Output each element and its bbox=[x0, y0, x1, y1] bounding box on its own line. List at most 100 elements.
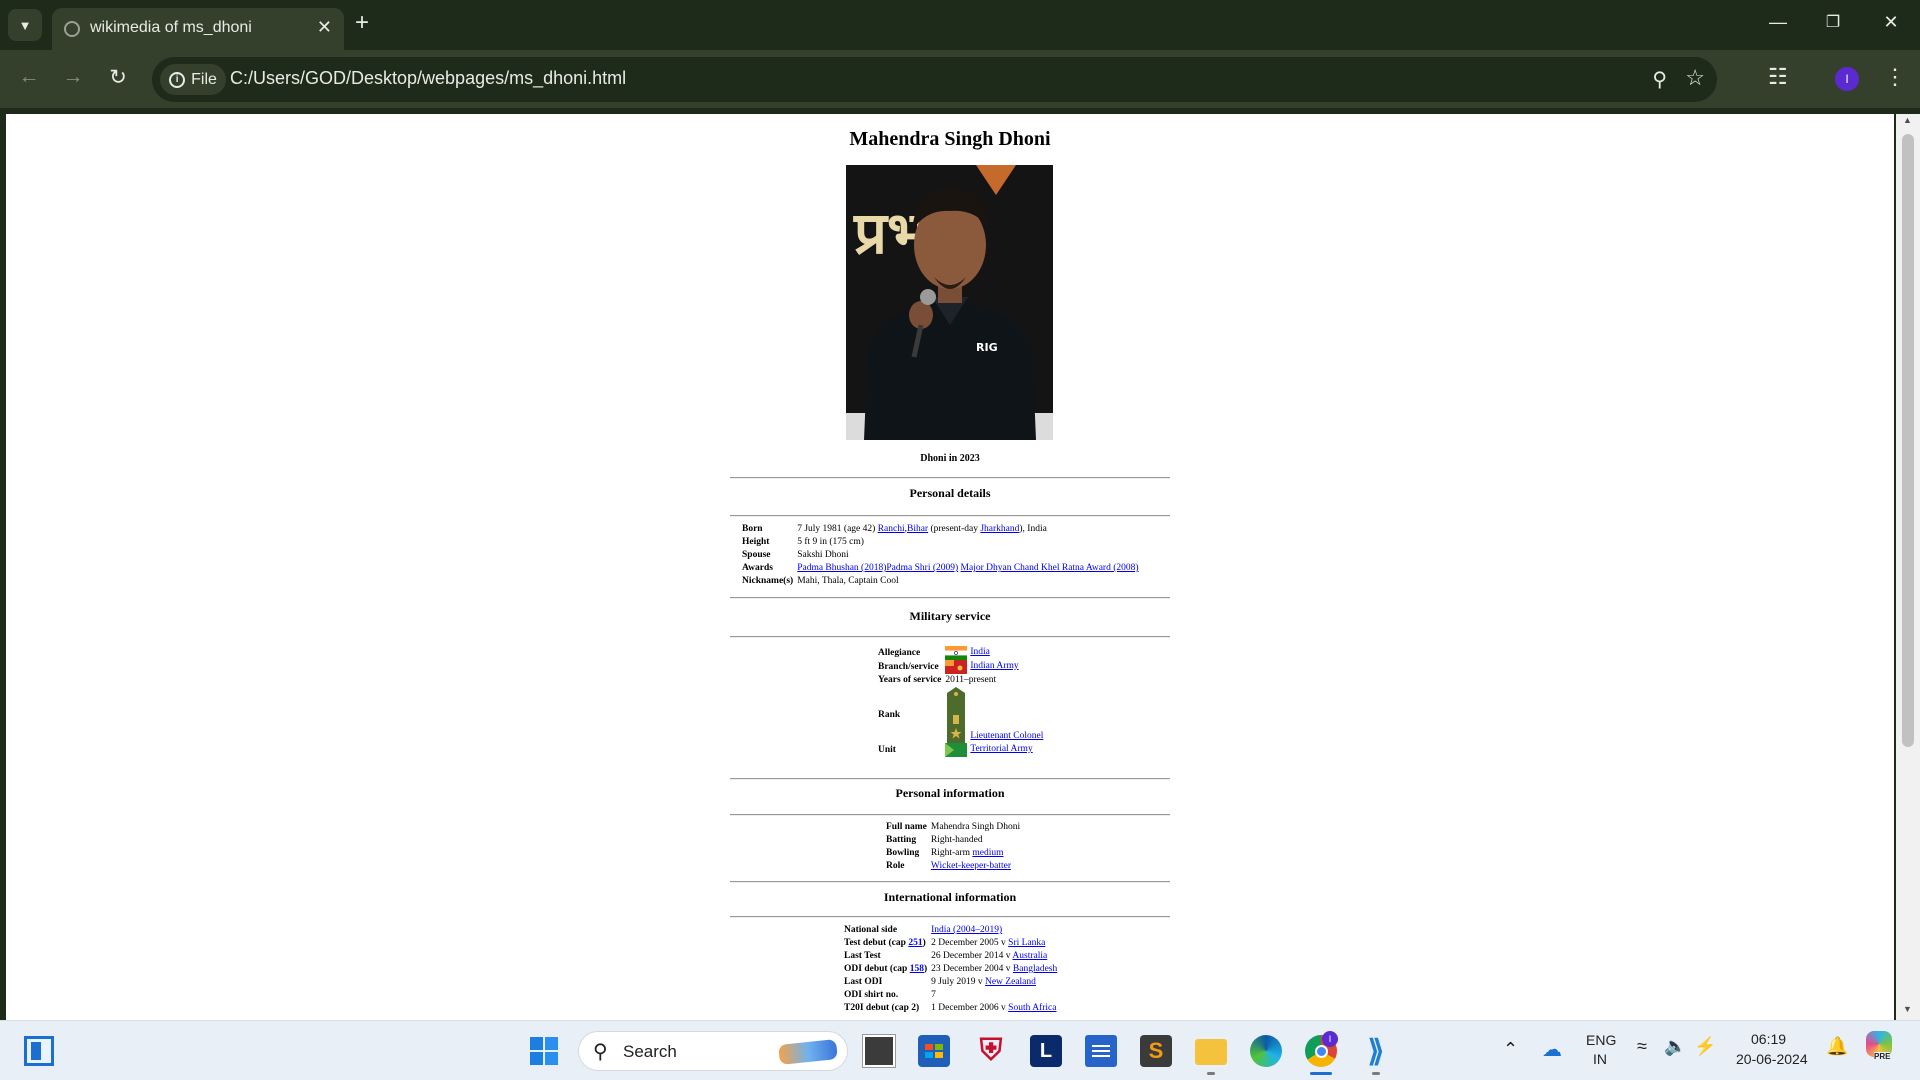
divider bbox=[730, 636, 1170, 638]
restore-button[interactable]: ❐ bbox=[1818, 12, 1848, 32]
born-value: 7 July 1981 (age 42) Ranchi,Bihar (prese… bbox=[797, 524, 1047, 534]
chevron-down-icon: ▼ bbox=[18, 17, 32, 33]
url-text[interactable]: C:/Users/GOD/Desktop/webpages/ms_dhoni.h… bbox=[230, 68, 626, 89]
bookmark-star-icon[interactable]: ☆ bbox=[1685, 65, 1705, 91]
browser-tab[interactable]: wikimedia of ms_dhoni ✕ bbox=[52, 8, 344, 50]
reload-icon[interactable]: ↻ bbox=[103, 65, 133, 90]
rank-insignia-icon bbox=[947, 687, 966, 743]
kebab-menu-icon[interactable]: ⋮ bbox=[1884, 64, 1906, 90]
chrome-center bbox=[1314, 1044, 1328, 1058]
link-territorial-army[interactable]: Territorial Army bbox=[970, 744, 1032, 754]
batting-label: Batting bbox=[886, 835, 917, 845]
national-side-value: India (2004–2019) bbox=[929, 924, 1059, 937]
tab-search-button[interactable]: ▼ bbox=[8, 9, 42, 41]
link-wicket-keeper-batter[interactable]: Wicket-keeper-batter bbox=[931, 861, 1011, 871]
divider bbox=[730, 881, 1170, 883]
born-label: Born bbox=[742, 524, 763, 534]
indian-army-flag-icon bbox=[945, 660, 968, 674]
table-row: Last Test 26 December 2014 v Australia bbox=[844, 950, 1059, 963]
language-line1[interactable]: ENG bbox=[1586, 1032, 1616, 1048]
store-glyph bbox=[925, 1044, 943, 1058]
spouse-value: Sakshi Dhoni bbox=[797, 550, 849, 560]
bowling-value: Right-arm medium bbox=[929, 847, 1022, 860]
clock-date[interactable]: 20-06-2024 bbox=[1736, 1051, 1808, 1067]
last-test-date: 26 December 2014 v bbox=[931, 951, 1013, 961]
taskbar-search-box[interactable]: ⚲ Search bbox=[578, 1031, 848, 1071]
link-padma-bhushan[interactable]: Padma Bhushan (2018) bbox=[797, 563, 886, 573]
india-flag-icon bbox=[945, 646, 968, 660]
national-side-label: National side bbox=[844, 925, 898, 935]
address-bar[interactable]: i File C:/Users/GOD/Desktop/webpages/ms_… bbox=[152, 57, 1717, 102]
link-lieutenant-colonel[interactable]: Lieutenant Colonel bbox=[970, 731, 1043, 741]
link-south-africa[interactable]: South Africa bbox=[1008, 1003, 1056, 1013]
scroll-up-arrow-icon[interactable]: ▲ bbox=[1903, 115, 1912, 125]
unit-value: Territorial Army bbox=[943, 743, 1045, 757]
speaker-muted-icon[interactable]: 🔈 bbox=[1664, 1036, 1686, 1057]
extensions-puzzle-icon[interactable]: ☷ bbox=[1768, 64, 1788, 90]
clock-time[interactable]: 06:19 bbox=[1751, 1031, 1786, 1047]
link-padma-shri[interactable]: Padma Shri (2009) bbox=[886, 563, 958, 573]
language-line2[interactable]: IN bbox=[1593, 1051, 1607, 1067]
link-bihar[interactable]: Bihar bbox=[907, 524, 928, 534]
link-australia[interactable]: Australia bbox=[1012, 951, 1047, 961]
vertical-scrollbar[interactable]: ▲ ▼ bbox=[1896, 114, 1920, 1020]
widgets-icon[interactable] bbox=[24, 1036, 54, 1066]
last-test-label: Last Test bbox=[844, 951, 881, 961]
link-khel-ratna[interactable]: Major Dhyan Chand Khel Ratna Award (2008… bbox=[961, 563, 1139, 573]
back-arrow-icon[interactable]: ← bbox=[14, 65, 44, 89]
page-title: Mahendra Singh Dhoni bbox=[849, 128, 1051, 150]
link-new-zealand[interactable]: New Zealand bbox=[985, 977, 1036, 987]
territorial-army-flag-icon bbox=[945, 743, 968, 757]
close-window-button[interactable]: ✕ bbox=[1876, 12, 1906, 33]
site-info-chip[interactable]: i File bbox=[160, 64, 226, 95]
odi-shirt-label: ODI shirt no. bbox=[844, 990, 899, 1000]
t20i-debut-value: 1 December 2006 v South Africa bbox=[929, 1002, 1059, 1015]
globe-icon bbox=[64, 21, 80, 37]
widgets-glyph bbox=[31, 1042, 41, 1060]
link-medium[interactable]: medium bbox=[972, 848, 1003, 858]
link-india[interactable]: India bbox=[970, 647, 990, 657]
link-odi-cap[interactable]: 158 bbox=[910, 964, 924, 974]
task-view-icon[interactable] bbox=[862, 1034, 896, 1068]
mcafee-shield-icon[interactable]: ⛨ bbox=[975, 1034, 1007, 1067]
forward-arrow-icon[interactable]: → bbox=[58, 65, 88, 89]
odi-shirt-value: 7 bbox=[931, 990, 936, 1000]
chevron-up-icon[interactable]: ⌃ bbox=[1503, 1039, 1518, 1060]
onedrive-cloud-icon[interactable]: ☁ bbox=[1542, 1037, 1562, 1062]
link-india-national-side[interactable]: India (2004–2019) bbox=[931, 925, 1002, 935]
link-bangladesh[interactable]: Bangladesh bbox=[1013, 964, 1057, 974]
scrollbar-thumb[interactable] bbox=[1902, 134, 1914, 747]
minimize-button[interactable]: — bbox=[1763, 12, 1793, 33]
link-ranchi[interactable]: Ranchi bbox=[878, 524, 905, 534]
lenovo-vantage-icon[interactable]: L bbox=[1030, 1035, 1062, 1067]
edge-browser-icon[interactable] bbox=[1250, 1035, 1282, 1067]
search-label: Search bbox=[623, 1042, 677, 1061]
awards-label: Awards bbox=[742, 563, 773, 573]
sublime-text-icon[interactable]: S bbox=[1140, 1035, 1172, 1067]
microsoft-store-icon[interactable] bbox=[918, 1035, 950, 1067]
profile-avatar[interactable]: I bbox=[1835, 67, 1859, 91]
link-test-cap[interactable]: 251 bbox=[908, 938, 922, 948]
zoom-icon[interactable]: ⚲ bbox=[1652, 67, 1667, 92]
notepad-icon[interactable] bbox=[1085, 1035, 1117, 1067]
search-icon: ⚲ bbox=[593, 1041, 608, 1063]
new-tab-button[interactable]: + bbox=[355, 11, 369, 35]
scroll-down-arrow-icon[interactable]: ▼ bbox=[1903, 1004, 1912, 1014]
start-windows-icon[interactable] bbox=[528, 1035, 560, 1067]
vscode-icon[interactable]: ⟫ bbox=[1360, 1035, 1392, 1068]
wifi-icon[interactable]: ≈ bbox=[1637, 1036, 1647, 1057]
link-sri-lanka[interactable]: Sri Lanka bbox=[1008, 938, 1045, 948]
years-value: 2011–present bbox=[945, 675, 997, 685]
international-information-table: National side India (2004–2019) Test deb… bbox=[844, 924, 1059, 1015]
close-tab-icon[interactable]: ✕ bbox=[317, 17, 332, 38]
battery-icon[interactable]: ⚡ bbox=[1694, 1036, 1716, 1057]
link-jharkhand[interactable]: Jharkhand bbox=[980, 524, 1019, 534]
role-label: Role bbox=[886, 861, 905, 871]
full-name-value: Mahendra Singh Dhoni bbox=[930, 822, 1021, 832]
notification-bell-icon[interactable]: 🔔 bbox=[1826, 1036, 1848, 1057]
link-indian-army[interactable]: Indian Army bbox=[970, 661, 1018, 671]
table-row: Unit Territorial Army bbox=[878, 743, 1045, 757]
file-explorer-icon[interactable] bbox=[1195, 1039, 1227, 1065]
born-mid: (present-day bbox=[928, 524, 981, 534]
table-row: Years of service 2011–present bbox=[878, 674, 1045, 687]
